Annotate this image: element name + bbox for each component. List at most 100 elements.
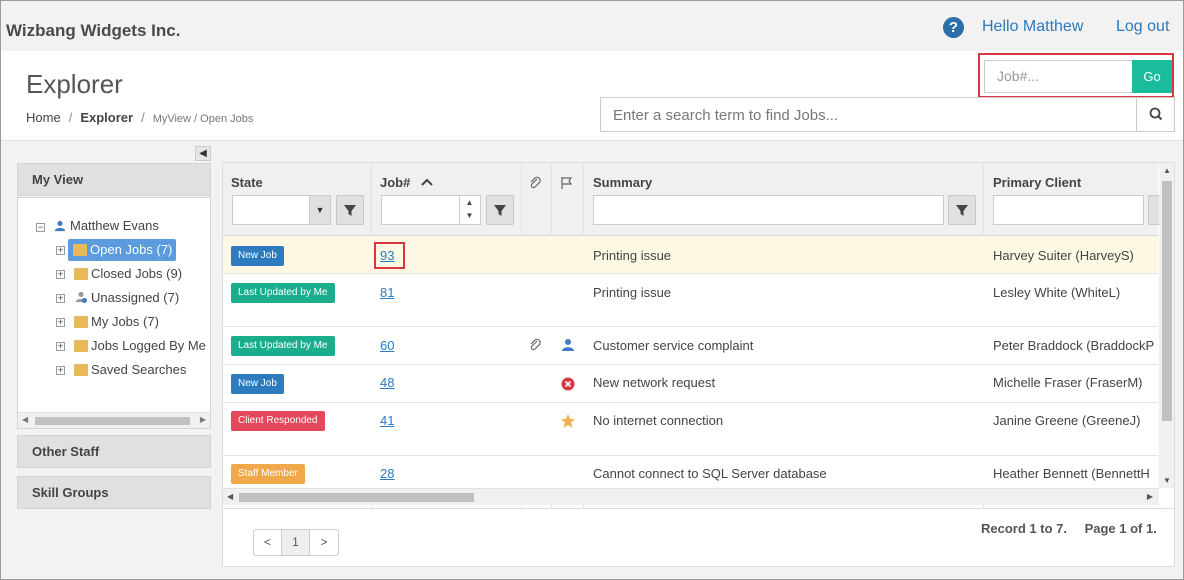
tree-root-user[interactable]: Matthew Evans: [70, 215, 159, 237]
tree-item-my-jobs[interactable]: My Jobs (7): [91, 311, 159, 333]
expand-node-icon[interactable]: +: [56, 246, 65, 255]
job-link[interactable]: 93: [380, 248, 394, 263]
summary-cell: Printing issue: [593, 248, 672, 263]
top-bar: Wizbang Widgets Inc. ? Hello Matthew Log…: [1, 1, 1183, 51]
brand-name: Wizbang Widgets Inc.: [6, 21, 181, 40]
filter-icon: [344, 205, 356, 216]
sort-ascending-icon: [421, 178, 433, 186]
client-filter-input[interactable]: [993, 195, 1144, 225]
job-lookup-box: Job#... Go: [978, 53, 1174, 98]
job-link[interactable]: 41: [380, 413, 394, 428]
summary-cell: New network request: [593, 375, 716, 390]
number-stepper[interactable]: ▲ ▼: [459, 196, 479, 224]
scroll-right-icon[interactable]: ▶: [1147, 492, 1153, 501]
search-placeholder: Enter a search term to find Jobs...: [613, 107, 839, 124]
summary-cell: Cannot connect to SQL Server database: [593, 466, 827, 481]
status-badge: Last Updated by Me: [231, 283, 335, 303]
jobs-grid: State Job# Summary Primary Client ▼ ▲▼: [222, 162, 1175, 509]
next-page-button[interactable]: >: [310, 530, 338, 555]
client-cell: Heather Bennett (BennettH: [993, 466, 1150, 481]
job-number-input[interactable]: Job#...: [984, 60, 1133, 93]
scroll-right-icon[interactable]: ▶: [200, 415, 206, 424]
tree-item-unassigned[interactable]: Unassigned (7): [91, 287, 179, 309]
expand-node-icon[interactable]: +: [56, 294, 65, 303]
page-title: Explorer: [26, 69, 123, 99]
page-1-button[interactable]: 1: [282, 530, 310, 555]
logout-link[interactable]: Log out: [1116, 18, 1169, 36]
column-state[interactable]: State: [231, 175, 263, 190]
expand-node-icon[interactable]: +: [56, 270, 65, 279]
column-primary-client[interactable]: Primary Client: [993, 175, 1081, 190]
user-icon: [54, 220, 66, 232]
folder-user-icon: [74, 316, 88, 328]
chevron-down-icon[interactable]: ▼: [309, 195, 331, 225]
tree-horizontal-scrollbar[interactable]: ◀ ▶: [18, 412, 210, 428]
prev-page-button[interactable]: <: [254, 530, 282, 555]
breadcrumb-home[interactable]: Home: [26, 110, 61, 125]
status-badge: New Job: [231, 374, 284, 394]
expand-node-icon[interactable]: +: [56, 318, 65, 327]
tree-item-label: Open Jobs (7): [90, 242, 173, 257]
table-row[interactable]: Last Updated by Me 81 Printing issue Les…: [223, 274, 1158, 327]
table-row[interactable]: New Job 93 Printing issue Harvey Suiter …: [223, 236, 1158, 274]
folder-logged-icon: [74, 340, 88, 352]
job-link[interactable]: 48: [380, 375, 394, 390]
search-icon: [1149, 107, 1163, 121]
tree-item-open-jobs[interactable]: Open Jobs (7): [68, 239, 177, 261]
summary-cell: No internet connection: [593, 413, 724, 428]
record-range: Record 1 to 7.: [981, 521, 1067, 536]
scroll-left-icon[interactable]: ◀: [227, 492, 233, 501]
grid-vertical-scrollbar[interactable]: ▲ ▼: [1159, 163, 1174, 488]
client-cell: Peter Braddock (BraddockP: [993, 338, 1155, 353]
summary-filter-input[interactable]: [593, 195, 944, 225]
my-view-panel-header[interactable]: My View: [17, 163, 211, 196]
paperclip-icon[interactable]: [529, 338, 541, 352]
scroll-down-icon[interactable]: ▼: [1163, 476, 1171, 485]
job-link[interactable]: 60: [380, 338, 394, 353]
scroll-up-icon[interactable]: ▲: [1163, 166, 1171, 175]
collapse-sidebar-button[interactable]: ◀: [195, 146, 211, 161]
hello-user-link[interactable]: Hello Matthew: [982, 18, 1083, 36]
skill-groups-panel-header[interactable]: Skill Groups: [17, 476, 211, 509]
go-button[interactable]: Go: [1132, 60, 1172, 93]
job-filter-button[interactable]: [486, 195, 514, 225]
question-circle-icon[interactable]: ?: [943, 17, 964, 38]
grid-horizontal-scrollbar[interactable]: ◀ ▶: [223, 488, 1159, 505]
app-window: Wizbang Widgets Inc. ? Hello Matthew Log…: [0, 0, 1184, 580]
summary-filter-button[interactable]: [948, 195, 976, 225]
summary-cell: Customer service complaint: [593, 338, 754, 353]
scroll-thumb[interactable]: [35, 417, 190, 425]
scroll-left-icon[interactable]: ◀: [22, 415, 28, 424]
page-info: Page 1 of 1.: [1084, 521, 1157, 536]
expand-node-icon[interactable]: +: [56, 342, 65, 351]
breadcrumb-current: MyView / Open Jobs: [152, 113, 254, 125]
expand-node-icon[interactable]: +: [56, 366, 65, 375]
filter-icon: [494, 205, 506, 216]
table-row[interactable]: New Job 48 New network request Michelle …: [223, 365, 1158, 403]
job-link[interactable]: 81: [380, 285, 394, 300]
x-circle-icon: [561, 377, 575, 391]
grid-footer: < 1 > Record 1 to 7. Page 1 of 1.: [222, 509, 1175, 567]
status-badge: Last Updated by Me: [231, 336, 335, 356]
scroll-thumb[interactable]: [239, 493, 474, 502]
job-link[interactable]: 28: [380, 466, 394, 481]
star-icon: [561, 414, 575, 428]
column-summary[interactable]: Summary: [593, 175, 652, 190]
client-cell: Janine Greene (GreeneJ): [993, 413, 1141, 428]
breadcrumb-explorer[interactable]: Explorer: [80, 110, 133, 125]
breadcrumb: Home / Explorer / MyView / Open Jobs: [26, 110, 254, 125]
folder-icon: [74, 268, 88, 280]
search-button[interactable]: [1136, 98, 1174, 131]
other-staff-panel-header[interactable]: Other Staff: [17, 435, 211, 468]
tree-item-saved-searches[interactable]: Saved Searches: [91, 359, 186, 381]
table-row[interactable]: Client Responded 41 No internet connecti…: [223, 403, 1158, 456]
collapse-node-icon[interactable]: −: [36, 223, 45, 232]
tree-item-jobs-logged-by-me[interactable]: Jobs Logged By Me (: [91, 335, 210, 357]
tree-item-closed-jobs[interactable]: Closed Jobs (9): [91, 263, 182, 285]
state-filter-button[interactable]: [336, 195, 364, 225]
table-row[interactable]: Last Updated by Me 60 Customer service c…: [223, 327, 1158, 365]
column-job-number[interactable]: Job#: [380, 175, 434, 190]
scroll-thumb[interactable]: [1162, 181, 1172, 421]
job-search-field[interactable]: Enter a search term to find Jobs...: [600, 97, 1175, 132]
status-badge: Client Responded: [231, 411, 325, 431]
